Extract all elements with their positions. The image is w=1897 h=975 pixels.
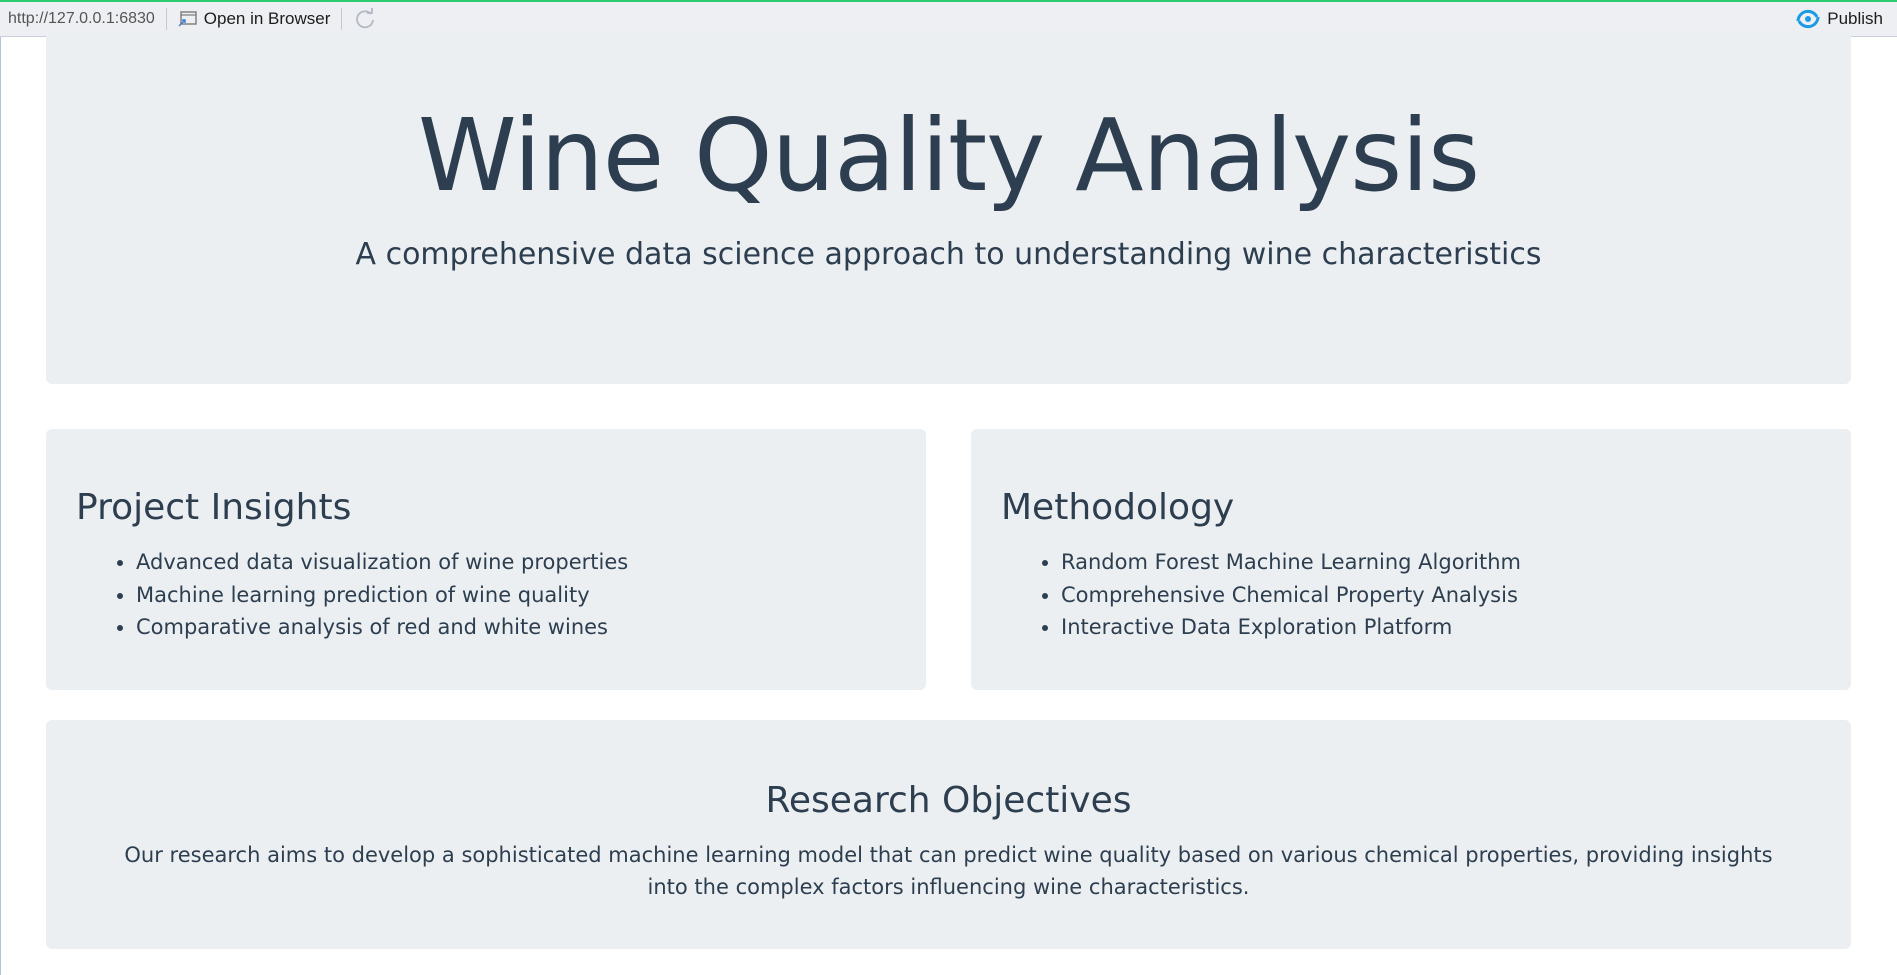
open-in-browser-button[interactable]: Open in Browser <box>178 9 331 29</box>
research-objectives-panel: Research Objectives Our research aims to… <box>46 720 1851 949</box>
list-item: Comprehensive Chemical Property Analysis <box>1061 579 1521 612</box>
toolbar-divider <box>165 8 167 30</box>
research-objectives-text: Our research aims to develop a sophistic… <box>124 843 1773 899</box>
open-in-browser-icon <box>178 10 198 28</box>
page-title: Wine Quality Analysis <box>417 97 1480 214</box>
list-item: Comparative analysis of red and white wi… <box>136 611 628 644</box>
app-frame: Wine Quality Analysis A comprehensive da… <box>0 31 1897 975</box>
list-item: Machine learning prediction of wine qual… <box>136 579 628 612</box>
list-item: Interactive Data Exploration Platform <box>1061 611 1521 644</box>
url-display: http://127.0.0.1:6830 <box>8 10 155 27</box>
project-insights-title: Project Insights <box>76 487 352 528</box>
methodology-title: Methodology <box>1001 487 1235 528</box>
toolbar-divider <box>341 8 343 30</box>
refresh-icon[interactable] <box>353 7 377 31</box>
page-subtitle: A comprehensive data science approach to… <box>355 237 1542 272</box>
research-objectives-title: Research Objectives <box>765 780 1132 821</box>
methodology-card: Methodology Random Forest Machine Learni… <box>971 429 1851 690</box>
list-item: Random Forest Machine Learning Algorithm <box>1061 546 1521 579</box>
methodology-list: Random Forest Machine Learning Algorithm… <box>1001 546 1521 644</box>
publish-label: Publish <box>1827 9 1883 28</box>
project-insights-list: Advanced data visualization of wine prop… <box>76 546 628 644</box>
hero-panel: Wine Quality Analysis A comprehensive da… <box>46 31 1851 384</box>
list-item: Advanced data visualization of wine prop… <box>136 546 628 579</box>
open-in-browser-label: Open in Browser <box>203 9 331 28</box>
publish-icon <box>1795 9 1821 29</box>
project-insights-card: Project Insights Advanced data visualiza… <box>46 429 926 690</box>
publish-button[interactable]: Publish <box>1795 9 1897 29</box>
